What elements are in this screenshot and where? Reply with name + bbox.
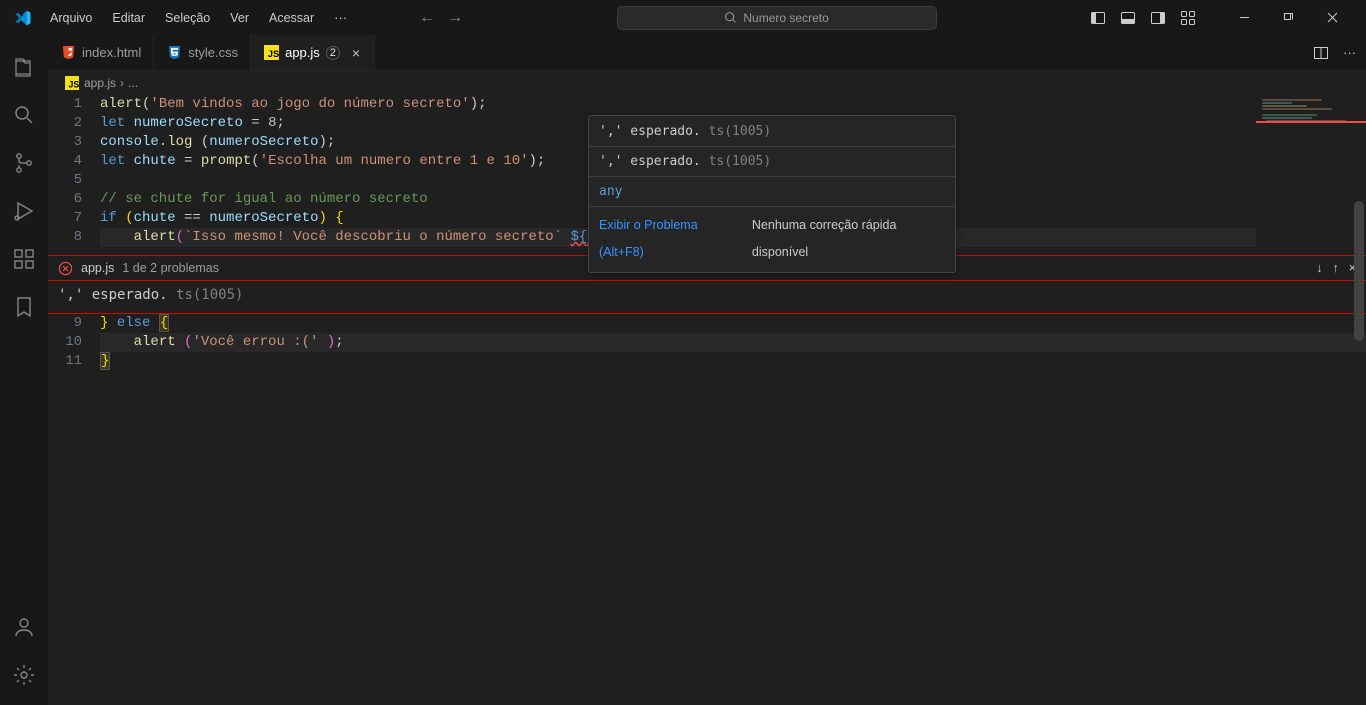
svg-text:JS: JS — [267, 49, 278, 59]
editor-pane-upper[interactable]: 1 2 3 4 5 6 7 8 alert('Bem vindos ao jog… — [48, 95, 1366, 255]
tab-label: app.js — [285, 45, 320, 60]
layout-bottom-icon[interactable] — [1120, 10, 1136, 26]
vertical-scrollbar[interactable] — [1352, 71, 1366, 705]
nav-back-icon[interactable]: ← — [419, 9, 435, 27]
layout-customize-icon[interactable] — [1180, 10, 1196, 26]
window-maximize[interactable] — [1266, 3, 1310, 33]
nav-history: ← → — [419, 9, 463, 27]
gutter: 1 2 3 4 5 6 7 8 — [48, 95, 100, 255]
nav-forward-icon[interactable]: → — [447, 9, 463, 27]
activity-bar — [0, 35, 48, 705]
vscode-logo-icon — [14, 9, 32, 27]
activity-run-debug[interactable] — [0, 187, 48, 235]
js-icon: JS — [263, 45, 279, 61]
tab-style-css[interactable]: style.css — [154, 35, 251, 70]
tab-error-count: 2 — [326, 46, 340, 60]
command-center-text: Numero secreto — [743, 11, 828, 25]
html-icon — [60, 45, 76, 61]
gutter: 9 10 11 — [48, 314, 100, 705]
activity-settings[interactable] — [0, 651, 48, 699]
layout-left-icon[interactable] — [1090, 10, 1106, 26]
menu-acessar[interactable]: Acessar — [261, 7, 322, 29]
breadcrumb[interactable]: JS app.js › ... — [48, 71, 1366, 95]
tabs-row: index.html style.css JS app.js 2 × ··· — [48, 35, 1366, 71]
menu-arquivo[interactable]: Arquivo — [42, 7, 100, 29]
tab-close-icon[interactable]: × — [350, 43, 362, 63]
tab-label: index.html — [82, 45, 141, 60]
hover-error-2: ',' esperado. ts(1005) — [589, 148, 955, 175]
editor-group: index.html style.css JS app.js 2 × ··· J… — [48, 35, 1366, 705]
activity-source-control[interactable] — [0, 139, 48, 187]
tab-app-js[interactable]: JS app.js 2 × — [251, 35, 375, 70]
search-icon — [724, 11, 737, 24]
peek-body: ',' esperado. ts(1005) — [48, 281, 1366, 314]
editor-more-icon[interactable]: ··· — [1343, 45, 1356, 60]
breadcrumb-file: app.js — [84, 76, 116, 90]
scrollbar-thumb[interactable] — [1354, 201, 1364, 341]
peek-count: 1 de 2 problemas — [122, 261, 219, 275]
tab-index-html[interactable]: index.html — [48, 35, 154, 70]
activity-extensions[interactable] — [0, 235, 48, 283]
window-controls — [1222, 3, 1354, 33]
split-editor-icon[interactable] — [1313, 45, 1329, 61]
window-close[interactable] — [1310, 3, 1354, 33]
hover-no-quickfix: Nenhuma correção rápida disponível — [752, 212, 945, 266]
titlebar-right — [1090, 3, 1358, 33]
svg-text:JS: JS — [69, 79, 80, 89]
activity-bottom-group — [0, 603, 48, 699]
hover-error-1: ',' esperado. ts(1005) — [589, 118, 955, 145]
tabs-actions: ··· — [1303, 35, 1366, 70]
command-center[interactable]: Numero secreto — [617, 6, 937, 30]
peek-next-icon[interactable]: ↓ — [1316, 261, 1322, 275]
error-icon — [58, 261, 73, 276]
menu-ver[interactable]: Ver — [222, 7, 257, 29]
code-area[interactable]: alert('Bem vindos ao jogo do número secr… — [100, 95, 1366, 255]
menu-overflow[interactable]: ··· — [326, 6, 355, 29]
js-icon: JS — [64, 75, 80, 91]
code-area[interactable]: } else { alert ('Você errou :(' ); } — [100, 314, 1366, 705]
activity-bookmarks[interactable] — [0, 283, 48, 331]
breadcrumb-sep: › — [120, 76, 124, 90]
css-icon — [166, 45, 182, 61]
hover-view-problem-link[interactable]: Exibir o Problema (Alt+F8) — [599, 212, 738, 266]
minimap[interactable] — [1256, 95, 1366, 255]
hover-widget: ',' esperado. ts(1005) ',' esperado. ts(… — [588, 115, 956, 273]
activity-account[interactable] — [0, 603, 48, 651]
tab-label: style.css — [188, 45, 238, 60]
window-minimize[interactable] — [1222, 3, 1266, 33]
hover-type: any — [599, 184, 622, 199]
activity-explorer[interactable] — [0, 43, 48, 91]
peek-controls: ↓ ↑ × — [1316, 261, 1356, 275]
menu-editar[interactable]: Editar — [104, 7, 153, 29]
title-bar: Arquivo Editar Seleção Ver Acessar ··· ←… — [0, 0, 1366, 35]
editor-pane-lower[interactable]: 9 10 11 } else { alert ('Você errou :(' … — [48, 314, 1366, 705]
peek-prev-icon[interactable]: ↑ — [1332, 261, 1338, 275]
peek-file: app.js — [81, 261, 114, 275]
layout-right-icon[interactable] — [1150, 10, 1166, 26]
breadcrumb-rest: ... — [128, 76, 138, 90]
menu-selecao[interactable]: Seleção — [157, 7, 218, 29]
activity-search[interactable] — [0, 91, 48, 139]
